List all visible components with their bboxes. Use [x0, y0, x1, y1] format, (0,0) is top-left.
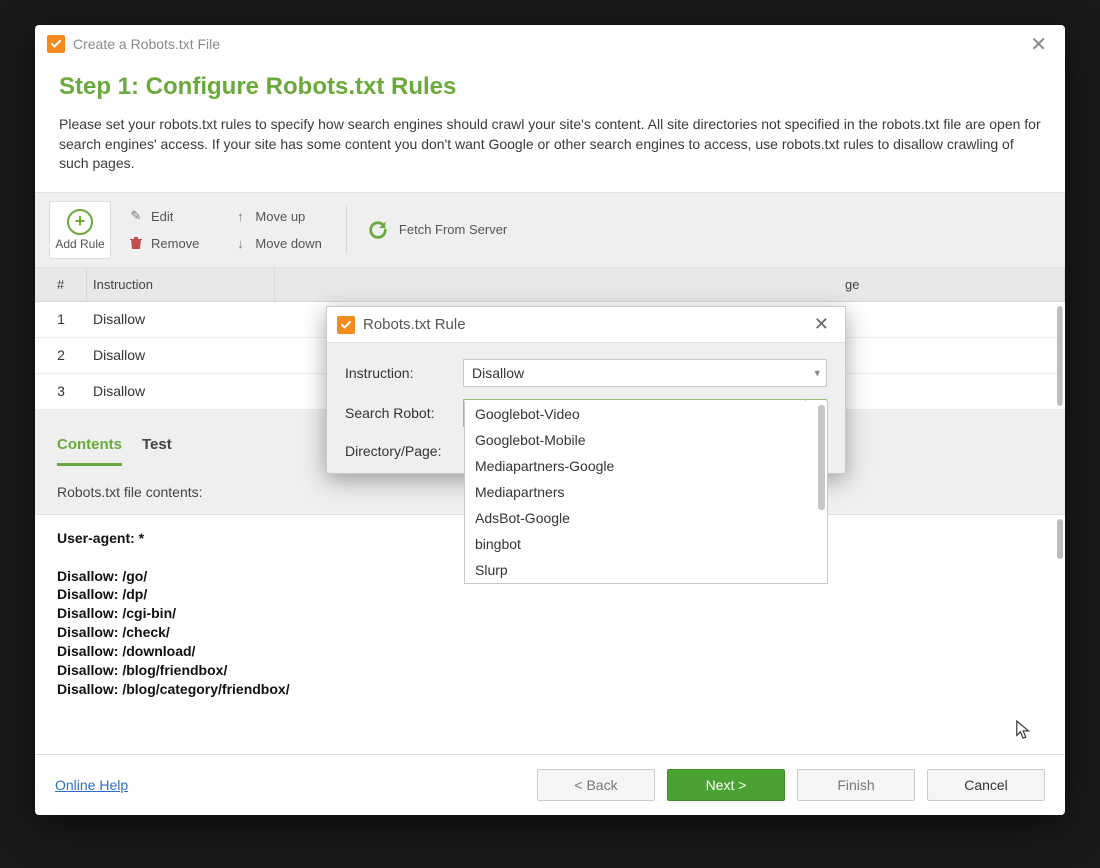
main-window: Create a Robots.txt File ✕ Step 1: Confi…	[35, 25, 1065, 815]
directory-page-label: Directory/Page:	[345, 439, 455, 459]
arrow-down-icon: ↓	[233, 236, 247, 250]
code-line: Disallow: /cgi-bin/	[57, 604, 1043, 623]
edit-label: Edit	[151, 209, 173, 224]
contents-scrollbar[interactable]	[1057, 519, 1063, 559]
code-line: Disallow: /blog/friendbox/	[57, 661, 1043, 680]
code-line: Disallow: /download/	[57, 642, 1043, 661]
move-up-label: Move up	[255, 209, 305, 224]
code-line: Disallow: /dp/	[57, 585, 1043, 604]
app-icon	[47, 35, 65, 53]
cancel-button[interactable]: Cancel	[927, 769, 1045, 801]
dialog-title: Robots.txt Rule	[363, 316, 466, 333]
step-title: Step 1: Configure Robots.txt Rules	[59, 73, 1041, 101]
wizard-footer: Online Help < Back Next > Finish Cancel	[35, 754, 1065, 815]
arrow-up-icon: ↑	[233, 209, 247, 223]
close-icon[interactable]: ✕	[1024, 28, 1053, 61]
dropdown-option[interactable]: bingbot	[465, 531, 827, 557]
search-robot-label: Search Robot:	[345, 405, 455, 421]
row-num: 1	[35, 311, 87, 327]
step-description: Please set your robots.txt rules to spec…	[59, 115, 1041, 174]
col-instruction-header[interactable]: Instruction	[87, 268, 275, 301]
remove-button[interactable]: Remove	[125, 234, 203, 253]
dropdown-scrollbar[interactable]	[818, 405, 825, 510]
move-up-button[interactable]: ↑ Move up	[229, 207, 325, 226]
back-button[interactable]: < Back	[537, 769, 655, 801]
fetch-label: Fetch From Server	[399, 222, 507, 237]
dialog-close-icon[interactable]: ✕	[808, 310, 835, 339]
remove-label: Remove	[151, 236, 199, 251]
titlebar: Create a Robots.txt File ✕	[35, 25, 1065, 63]
fetch-from-server-button[interactable]: Fetch From Server	[367, 219, 507, 241]
col-tail-header[interactable]: ge	[275, 268, 1065, 301]
chevron-down-icon: ▾	[814, 367, 820, 380]
online-help-link[interactable]: Online Help	[55, 777, 128, 793]
col-num-header[interactable]: #	[35, 268, 87, 301]
move-down-button[interactable]: ↓ Move down	[229, 234, 325, 253]
app-icon	[337, 316, 355, 334]
row-instruction: Disallow	[87, 347, 275, 363]
header-section: Step 1: Configure Robots.txt Rules Pleas…	[35, 63, 1065, 192]
next-button[interactable]: Next >	[667, 769, 785, 801]
dropdown-option[interactable]: Googlebot-Video	[465, 401, 827, 427]
dropdown-option[interactable]: Slurp	[465, 557, 827, 583]
dropdown-option[interactable]: Mediapartners-Google	[465, 453, 827, 479]
dialog-titlebar: Robots.txt Rule ✕	[327, 307, 845, 343]
add-rule-button[interactable]: + Add Rule	[49, 201, 111, 259]
add-rule-label: Add Rule	[55, 237, 104, 251]
row-instruction: Disallow	[87, 383, 275, 399]
dropdown-option[interactable]: Mediapartners	[465, 479, 827, 505]
row-num: 3	[35, 383, 87, 399]
toolbar-separator	[346, 206, 347, 254]
window-title: Create a Robots.txt File	[73, 36, 220, 52]
edit-icon: ✎	[129, 209, 143, 223]
dropdown-option[interactable]: AdsBot-Google	[465, 505, 827, 531]
instruction-select[interactable]: Disallow ▾	[463, 359, 827, 387]
table-scrollbar[interactable]	[1057, 306, 1063, 406]
table-header: # Instruction ge	[35, 268, 1065, 302]
search-robot-dropdown: Googlebot-Video Googlebot-Mobile Mediapa…	[464, 401, 828, 584]
dropdown-option[interactable]: Googlebot-Mobile	[465, 427, 827, 453]
edit-button[interactable]: ✎ Edit	[125, 207, 203, 226]
move-down-label: Move down	[255, 236, 321, 251]
trash-icon	[129, 236, 143, 250]
instruction-label: Instruction:	[345, 365, 455, 381]
instruction-value: Disallow	[472, 365, 524, 381]
tab-contents[interactable]: Contents	[57, 436, 122, 466]
code-line: Disallow: /check/	[57, 623, 1043, 642]
plus-circle-icon: +	[67, 209, 93, 235]
row-num: 2	[35, 347, 87, 363]
code-line: Disallow: /blog/category/friendbox/	[57, 680, 1043, 699]
finish-button[interactable]: Finish	[797, 769, 915, 801]
refresh-icon	[367, 219, 389, 241]
toolbar: + Add Rule ✎ Edit Remove ↑ Move up ↓ Mov	[35, 192, 1065, 268]
row-instruction: Disallow	[87, 311, 275, 327]
tab-test[interactable]: Test	[142, 436, 172, 466]
robots-rule-dialog: Robots.txt Rule ✕ Instruction: Disallow …	[326, 306, 846, 474]
